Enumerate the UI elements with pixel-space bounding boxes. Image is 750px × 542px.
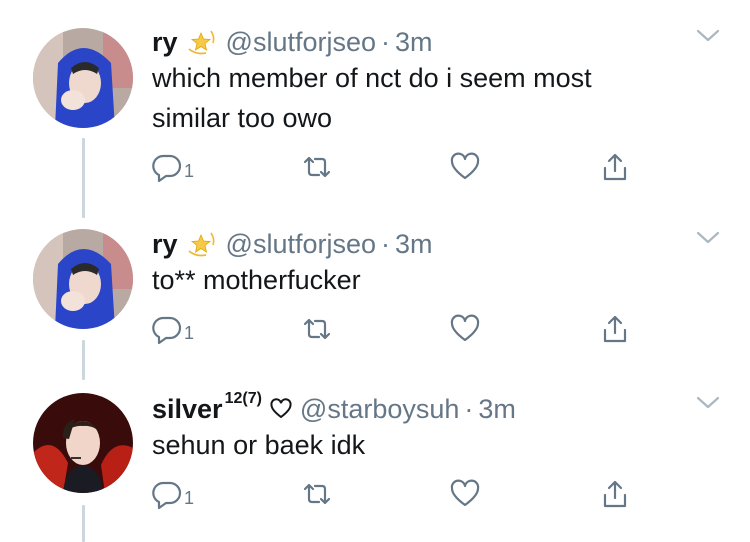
display-name-superscript: 12(7) — [224, 390, 262, 407]
timestamp[interactable]: 3m — [395, 27, 433, 58]
reply-icon — [152, 154, 182, 182]
user-handle[interactable]: @slutforjseo — [226, 229, 376, 260]
user-handle[interactable]: @starboysuh — [300, 394, 459, 425]
tweet-text-line: similar too owo — [152, 103, 333, 133]
share-icon — [603, 480, 627, 508]
user-handle[interactable]: @slutforjseo — [226, 27, 376, 58]
reply-count: 1 — [184, 160, 195, 181]
reply-count: 1 — [184, 487, 195, 508]
avatar[interactable] — [33, 229, 133, 329]
display-name[interactable]: silver — [152, 394, 223, 425]
dizzy-emoji-icon — [187, 232, 214, 257]
heart-outline-icon — [270, 398, 292, 419]
heart-icon — [450, 479, 480, 507]
tweet-text: to** motherfucker — [152, 260, 712, 300]
tweet-actions: 1 — [152, 152, 652, 188]
chevron-down-icon[interactable] — [694, 26, 722, 46]
tweet-text-line: to** motherfucker — [152, 265, 361, 295]
heart-icon — [450, 314, 480, 342]
reply-count: 1 — [184, 322, 195, 343]
share-button[interactable] — [600, 152, 630, 182]
avatar[interactable] — [33, 393, 133, 493]
timestamp[interactable]: 3m — [395, 229, 433, 260]
reply-icon — [152, 481, 182, 509]
like-button[interactable] — [450, 314, 480, 344]
share-button[interactable] — [600, 479, 630, 509]
separator-dot: · — [381, 228, 390, 259]
reply-button[interactable]: 1 — [152, 479, 194, 509]
retweet-icon — [303, 156, 331, 178]
retweet-button[interactable] — [300, 152, 334, 182]
like-button[interactable] — [450, 152, 480, 182]
separator-dot: · — [464, 393, 474, 424]
like-button[interactable] — [450, 479, 480, 509]
chevron-down-icon[interactable] — [694, 228, 722, 248]
retweet-icon — [303, 483, 331, 505]
display-name[interactable]: ry — [152, 27, 178, 58]
tweet-text-line: which member of nct do i seem most — [152, 63, 592, 93]
separator-dot: · — [381, 26, 390, 57]
dizzy-emoji-icon — [187, 30, 214, 55]
tweet-header: ry @slutforjseo · 3m — [152, 224, 433, 264]
retweet-button[interactable] — [300, 314, 334, 344]
tweet-header: ry @slutforjseo · 3m — [152, 22, 433, 62]
tweet-actions: 1 — [152, 314, 652, 350]
tweet[interactable]: ry @slutforjseo · 3m which member of nct… — [0, 22, 750, 192]
display-name[interactable]: ry — [152, 229, 178, 260]
share-button[interactable] — [600, 314, 630, 344]
reply-button[interactable]: 1 — [152, 314, 194, 344]
retweet-button[interactable] — [300, 479, 334, 509]
tweet-text-line: sehun or baek idk — [152, 430, 366, 460]
reply-button[interactable]: 1 — [152, 152, 194, 182]
tweet-header: silver 12(7) @starboysuh · 3m — [152, 389, 516, 429]
reply-icon — [152, 316, 182, 344]
tweet-text: which member of nct do i seem most simil… — [152, 58, 712, 138]
avatar[interactable] — [33, 28, 133, 128]
retweet-icon — [303, 318, 331, 340]
tweet-text: sehun or baek idk — [152, 425, 712, 465]
tweet-actions: 1 — [152, 479, 652, 515]
share-icon — [603, 153, 627, 181]
heart-icon — [450, 152, 480, 180]
chevron-down-icon[interactable] — [694, 393, 722, 413]
timestamp[interactable]: 3m — [478, 394, 516, 425]
tweet[interactable]: ry @slutforjseo · 3m to** motherfucker 1 — [0, 224, 750, 364]
share-icon — [603, 315, 627, 343]
tweet[interactable]: silver 12(7) @starboysuh · 3m sehun or b… — [0, 389, 750, 529]
